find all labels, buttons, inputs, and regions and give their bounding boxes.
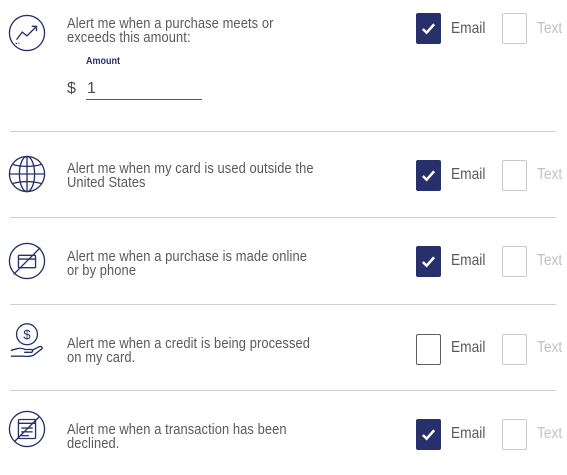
text-checkbox[interactable] [502, 334, 527, 365]
text-checkbox[interactable] [502, 13, 527, 44]
alert-description: Alert me when my card is used outside th… [67, 160, 314, 191]
text-label: Text [537, 20, 563, 37]
alert-description: Alert me when a transaction has been dec… [67, 421, 287, 452]
text-label: Text [537, 339, 563, 356]
alert-row-outside-us: Alert me when my card is used outside th… [0, 132, 567, 218]
dollar-hand-icon: $ [8, 321, 46, 359]
alert-row-online-phone: Alert me when a purchase is made online … [0, 218, 567, 304]
amount-input[interactable] [86, 78, 202, 100]
text-label: Text [537, 166, 563, 183]
email-label: Email [451, 425, 486, 442]
trend-up-icon [8, 14, 46, 52]
alert-row-declined: Alert me when a transaction has been dec… [0, 391, 567, 475]
text-checkbox[interactable] [502, 246, 527, 277]
svg-text:$: $ [23, 327, 31, 342]
alert-row-credit: $ Alert me when a credit is being proces… [0, 305, 567, 391]
text-label: Text [537, 252, 563, 269]
alert-description: Alert me when a purchase meets or exceed… [67, 15, 274, 46]
email-checkbox[interactable] [416, 419, 441, 450]
alert-description: Alert me when a credit is being processe… [67, 335, 311, 366]
text-label: Text [537, 425, 563, 442]
email-checkbox[interactable] [416, 334, 441, 365]
email-checkbox[interactable] [416, 246, 441, 277]
no-card-icon [8, 242, 46, 280]
text-checkbox[interactable] [502, 160, 527, 191]
text-checkbox[interactable] [502, 419, 527, 450]
email-label: Email [451, 339, 486, 356]
email-label: Email [451, 252, 486, 269]
alert-row-threshold: Alert me when a purchase meets or exceed… [0, 0, 567, 132]
email-checkbox[interactable] [416, 13, 441, 44]
email-label: Email [451, 166, 486, 183]
alert-description: Alert me when a purchase is made online … [67, 248, 307, 279]
globe-icon [8, 155, 46, 193]
declined-card-icon [8, 410, 46, 448]
amount-label: Amount [86, 56, 121, 67]
email-checkbox[interactable] [416, 160, 441, 191]
currency-symbol: $ [67, 80, 76, 97]
email-label: Email [451, 20, 486, 37]
